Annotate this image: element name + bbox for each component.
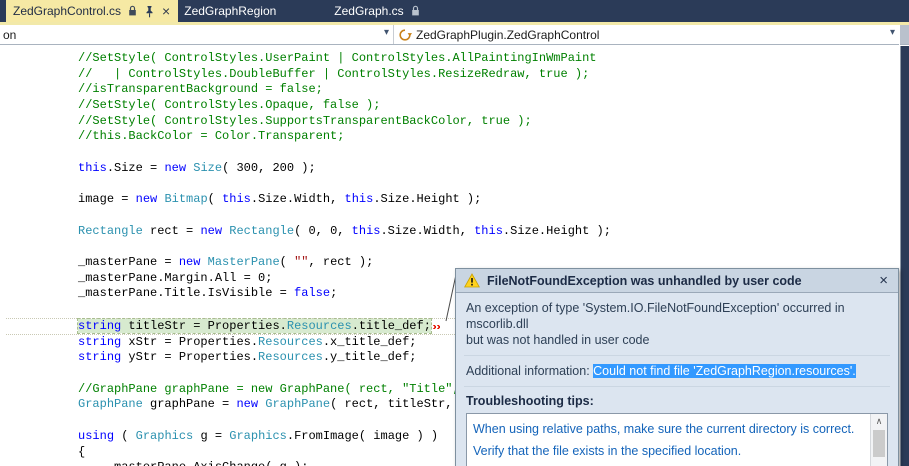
code-line — [6, 177, 900, 193]
lock-icon — [410, 5, 421, 17]
tab-zedgraphcontrol[interactable]: ZedGraphControl.cs × — [6, 0, 178, 22]
exception-dialog-body: An exception of type 'System.IO.FileNotF… — [456, 293, 898, 466]
additional-information: Additional information: Could not find f… — [466, 363, 888, 379]
tab-label: ZedGraphRegion — [184, 4, 276, 18]
project-dropdown[interactable]: on ▾ — [0, 25, 394, 44]
code-line — [6, 208, 900, 224]
scrollbar-thumb[interactable] — [873, 430, 885, 457]
project-dropdown-value: on — [3, 28, 16, 42]
code-line: //SetStyle( ControlStyles.Opaque, false … — [6, 98, 900, 114]
code-line: this.Size = new Size( 300, 200 ); — [6, 161, 900, 177]
lock-icon — [127, 5, 138, 17]
code-line — [6, 239, 900, 255]
code-line: //SetStyle( ControlStyles.UserPaint | Co… — [6, 51, 900, 67]
additional-information-label: Additional information: — [466, 364, 593, 378]
code-line: //SetStyle( ControlStyles.SupportsTransp… — [6, 114, 900, 130]
close-icon[interactable]: × — [877, 274, 890, 288]
divider — [464, 355, 890, 356]
exception-dialog-header: FileNotFoundException was unhandled by u… — [456, 269, 898, 293]
code-line: Rectangle rect = new Rectangle( 0, 0, th… — [6, 224, 900, 240]
right-edge-panel — [900, 25, 909, 45]
code-line: // | ControlStyles.DoubleBuffer | Contro… — [6, 67, 900, 83]
pin-icon[interactable] — [144, 5, 155, 18]
scroll-up-icon[interactable]: ∧ — [871, 414, 887, 429]
type-dropdown-value: ZedGraphPlugin.ZedGraphControl — [416, 28, 599, 42]
troubleshooting-tip-link[interactable]: When using relative paths, make sure the… — [473, 418, 865, 440]
close-tab-icon[interactable]: × — [161, 5, 171, 17]
editor-navigation-bar: on ▾ ZedGraphPlugin.ZedGraphControl ▾ — [0, 25, 899, 45]
chevron-down-icon: ▾ — [384, 27, 389, 38]
right-edge-panel — [900, 46, 909, 466]
tab-label: ZedGraph.cs — [334, 4, 403, 18]
troubleshooting-tip-link[interactable]: Verify that the file exists in the speci… — [473, 440, 865, 462]
troubleshooting-tips-list: When using relative paths, make sure the… — [466, 413, 888, 466]
additional-information-selected-text: Could not find file 'ZedGraphRegion.reso… — [593, 364, 856, 378]
code-line: image = new Bitmap( this.Size.Width, thi… — [6, 192, 900, 208]
exception-dialog: FileNotFoundException was unhandled by u… — [455, 268, 899, 466]
exception-dialog-title: FileNotFoundException was unhandled by u… — [487, 274, 870, 288]
troubleshooting-tips-header: Troubleshooting tips: — [466, 394, 888, 408]
troubleshooting-tip-link[interactable]: Get general help for this exception. — [473, 462, 865, 466]
tab-zedgraphregion[interactable]: ZedGraphRegion — [178, 0, 312, 22]
tab-zedgraph[interactable]: ZedGraph.cs — [312, 0, 430, 22]
visual-studio-window: ZedGraphControl.cs × ZedGraphRegion ZedG… — [0, 0, 909, 466]
type-dropdown[interactable]: ZedGraphPlugin.ZedGraphControl ▾ — [394, 25, 899, 44]
error-squiggle-icon — [432, 325, 441, 329]
exception-message-line1: An exception of type 'System.IO.FileNotF… — [466, 300, 888, 332]
code-line: //isTransparentBackground = false; — [6, 82, 900, 98]
exception-message-line2: but was not handled in user code — [466, 332, 888, 348]
document-tab-bar: ZedGraphControl.cs × ZedGraphRegion ZedG… — [0, 0, 909, 22]
code-line — [6, 145, 900, 161]
chevron-down-icon: ▾ — [890, 27, 895, 38]
divider — [464, 386, 890, 387]
code-line: //this.BackColor = Color.Transparent; — [6, 129, 900, 145]
warning-icon — [464, 273, 480, 288]
tab-label: ZedGraphControl.cs — [13, 4, 121, 18]
scrollbar[interactable]: ∧ ∨ — [870, 414, 887, 466]
class-icon — [398, 28, 412, 42]
